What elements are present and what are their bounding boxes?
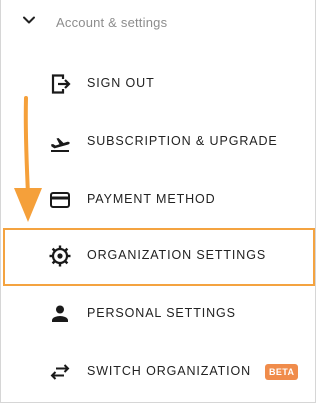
account-settings-panel: Account & settings SIGN OUT SUBSCRIPTION… [0, 0, 316, 403]
subscription-upgrade-item[interactable]: SUBSCRIPTION & UPGRADE [3, 114, 315, 170]
personal-settings-item[interactable]: PERSONAL SETTINGS [3, 286, 315, 342]
swap-arrows-icon [50, 364, 70, 380]
switch-organization-item[interactable]: SWITCH ORGANIZATION BETA [3, 344, 315, 400]
airplane-takeoff-icon [51, 138, 70, 152]
sign-out-icon [51, 74, 71, 94]
personal-settings-label: PERSONAL SETTINGS [87, 306, 236, 320]
organization-settings-item[interactable]: ORGANIZATION SETTINGS [3, 228, 315, 286]
credit-card-icon [50, 192, 70, 208]
person-icon [52, 305, 68, 322]
sign-out-item[interactable]: SIGN OUT [3, 56, 315, 112]
gear-icon [49, 245, 71, 267]
payment-method-item[interactable]: PAYMENT METHOD [3, 172, 315, 228]
section-title: Account & settings [56, 15, 168, 30]
payment-method-label: PAYMENT METHOD [87, 192, 216, 206]
organization-settings-label: ORGANIZATION SETTINGS [87, 248, 267, 262]
switch-organization-label: SWITCH ORGANIZATION [87, 364, 252, 378]
sign-out-label: SIGN OUT [87, 76, 155, 90]
chevron-down-icon[interactable] [21, 12, 37, 28]
subscription-upgrade-label: SUBSCRIPTION & UPGRADE [87, 134, 278, 148]
account-settings-header[interactable]: Account & settings [1, 0, 317, 46]
beta-badge: BETA [265, 364, 299, 380]
